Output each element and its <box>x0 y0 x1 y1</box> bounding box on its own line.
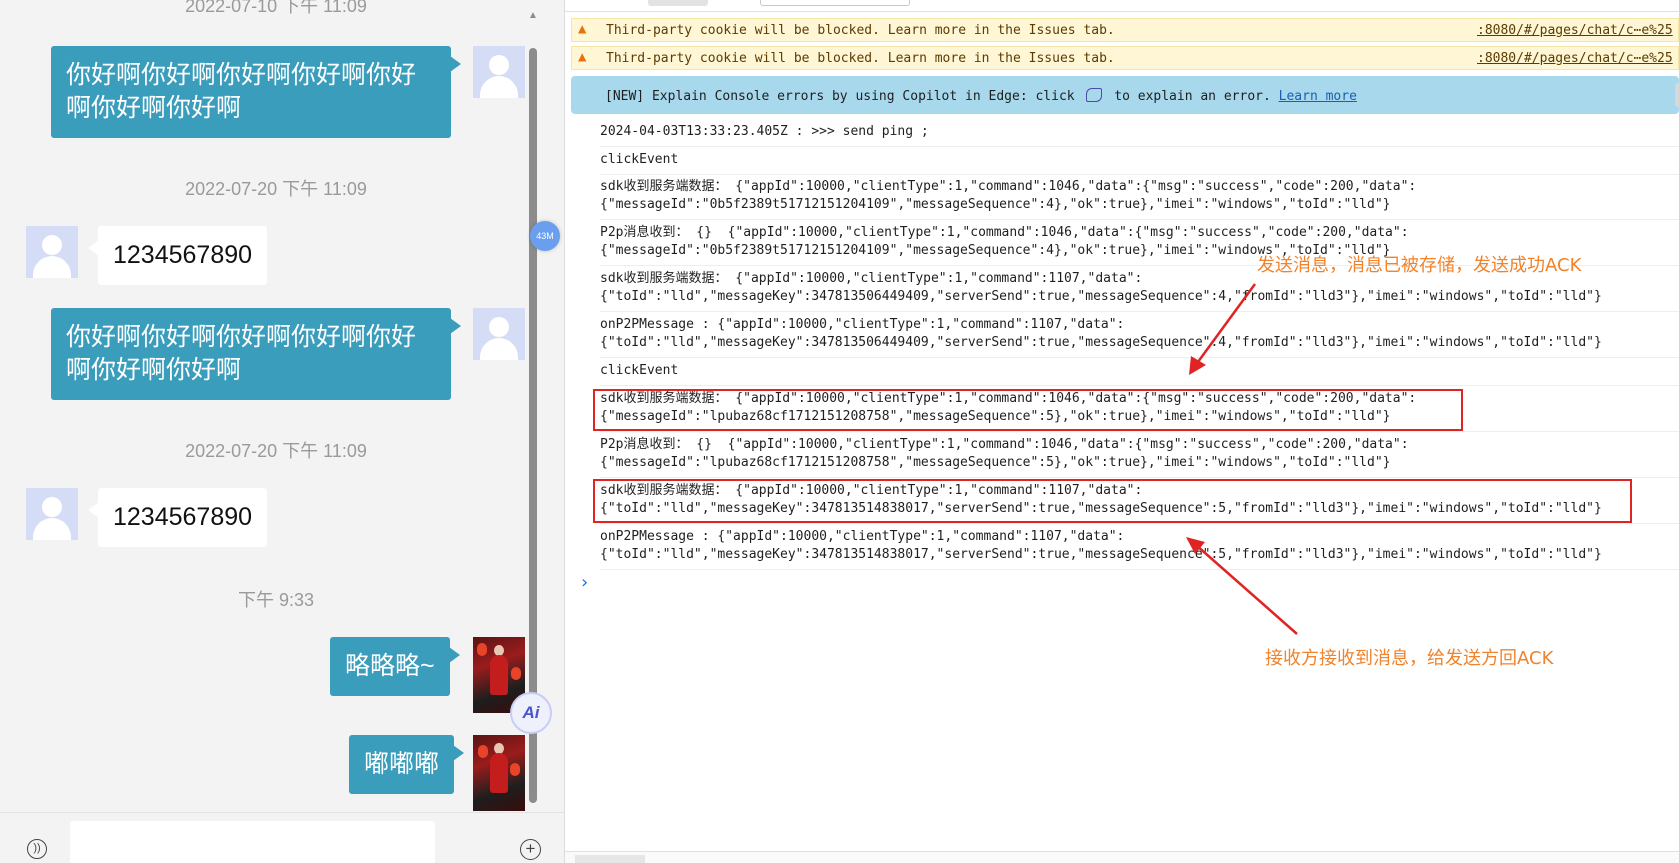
log-line: 2024-04-03T13:33:23.405Z : >>> send ping… <box>600 124 929 139</box>
source-link[interactable]: :8080/#/pages/chat/c⋯e%25 <box>1477 23 1673 38</box>
log-line: onP2PMessage : {"appId":10000,"clientTyp… <box>600 317 1125 332</box>
banner-text: to explain an error. <box>1114 89 1271 104</box>
warning-icon: ▲ <box>578 21 587 37</box>
log-line: {"messageId":"0b5f2389t51712151204109","… <box>600 197 1391 212</box>
log-line: onP2PMessage : {"appId":10000,"clientTyp… <box>600 529 1125 544</box>
log-separator <box>600 431 1679 432</box>
highlight-box <box>593 479 1632 523</box>
copilot-icon[interactable] <box>1086 88 1103 102</box>
filter-input[interactable] <box>760 0 910 6</box>
copilot-banner: [NEW] Explain Console errors by using Co… <box>571 76 1679 114</box>
message-bubble-outgoing[interactable]: 你好啊你好啊你好啊你好啊你好啊你好啊你好啊 <box>51 308 461 400</box>
console-log-entry[interactable]: sdk收到服务端数据： {"appId":10000,"clientType":… <box>600 178 1679 214</box>
learn-more-link[interactable]: Learn more <box>1279 89 1357 104</box>
log-line: clickEvent <box>600 152 679 167</box>
ai-assistant-button[interactable]: Ai <box>510 692 552 734</box>
toolbar-tab[interactable] <box>648 0 708 6</box>
contact-avatar[interactable] <box>26 488 78 540</box>
log-line: {"toId":"lld","messageKey":3478135064494… <box>600 335 1602 350</box>
log-line: {"toId":"lld","messageKey":3478135148380… <box>600 547 1602 562</box>
log-separator <box>600 523 1679 524</box>
log-separator <box>600 174 1679 175</box>
log-separator <box>600 219 1679 220</box>
my-avatar[interactable] <box>473 308 525 360</box>
highlight-box <box>593 389 1463 431</box>
log-line: clickEvent <box>600 363 679 378</box>
message-composer: )) + <box>0 812 564 863</box>
console-log-entry[interactable]: P2p消息收到： {} {"appId":10000,"clientType":… <box>600 436 1679 472</box>
warning-message: ▲ Third-party cookie will be blocked. Le… <box>571 18 1679 42</box>
console-prompt-icon[interactable]: › <box>579 572 590 593</box>
message-bubble-incoming[interactable]: 1234567890 <box>87 226 268 285</box>
log-separator <box>600 311 1679 312</box>
log-line: {"messageId":"lpubaz68cf1712151208758","… <box>600 455 1391 470</box>
scroll-down-arrow-icon[interactable]: ▼ <box>527 790 539 801</box>
message-bubble-outgoing[interactable]: 略略略~ <box>330 637 460 696</box>
timestamp: 2022-07-20 下午 11:09 <box>185 179 367 199</box>
message-bubble-outgoing[interactable]: 你好啊你好啊你好啊你好啊你好啊你好啊你好啊 <box>51 46 461 138</box>
log-line: P2p消息收到： {} {"appId":10000,"clientType":… <box>600 225 1409 240</box>
warning-text: Third-party cookie will be blocked. Lear… <box>606 51 1115 66</box>
memory-badge[interactable]: 43M <box>530 221 560 251</box>
message-bubble-outgoing[interactable]: 嘟嘟嘟 <box>349 735 465 794</box>
console-log-entry[interactable]: clickEvent <box>600 362 1679 380</box>
chat-scrollbar[interactable]: ▲ ▼ <box>527 10 539 808</box>
log-separator <box>600 357 1679 358</box>
close-banner-button[interactable] <box>1675 83 1679 107</box>
log-separator <box>600 569 1679 570</box>
message-input[interactable] <box>70 821 435 863</box>
add-icon[interactable]: + <box>520 839 541 860</box>
drawer-tab[interactable] <box>575 855 645 863</box>
console-log-entry[interactable]: 2024-04-03T13:33:23.405Z : >>> send ping… <box>600 123 1679 141</box>
my-avatar-photo[interactable] <box>473 735 525 811</box>
banner-text: [NEW] Explain Console errors by using Co… <box>605 89 1075 104</box>
warning-text: Third-party cookie will be blocked. Lear… <box>606 23 1115 38</box>
warning-icon: ▲ <box>578 49 587 65</box>
scroll-up-arrow-icon[interactable]: ▲ <box>527 10 539 21</box>
chat-panel: 2022-07-10 下午 11:09 你好啊你好啊你好啊你好啊你好啊你好啊你好… <box>0 0 565 863</box>
annotation-receive-ack: 接收方接收到消息，给发送方回ACK <box>1265 648 1554 669</box>
log-line: sdk收到服务端数据： {"appId":10000,"clientType":… <box>600 179 1417 194</box>
scrollbar-thumb[interactable] <box>529 48 537 803</box>
annotation-send-ack: 发送消息，消息已被存储，发送成功ACK <box>1257 255 1582 276</box>
app-window: 2022-07-10 下午 11:09 你好啊你好啊你好啊你好啊你好啊你好啊你好… <box>0 0 1679 863</box>
log-line: {"toId":"lld","messageKey":3478135064494… <box>600 289 1602 304</box>
log-separator <box>600 477 1679 478</box>
timestamp: 下午 9:33 <box>237 590 315 610</box>
log-line: P2p消息收到： {} {"appId":10000,"clientType":… <box>600 437 1409 452</box>
console-drawer-bar <box>565 851 1679 863</box>
timestamp: 2022-07-10 下午 11:09 <box>185 0 367 16</box>
console-toolbar <box>565 0 1679 12</box>
console-log-entry[interactable]: onP2PMessage : {"appId":10000,"clientTyp… <box>600 316 1679 352</box>
warning-message: ▲ Third-party cookie will be blocked. Le… <box>571 46 1679 70</box>
source-link[interactable]: :8080/#/pages/chat/c⋯e%25 <box>1477 51 1673 66</box>
devtools-console: ▲ Third-party cookie will be blocked. Le… <box>565 0 1679 863</box>
log-separator <box>600 385 1679 386</box>
message-bubble-incoming[interactable]: 1234567890 <box>87 488 268 547</box>
console-log-entry[interactable]: clickEvent <box>600 151 1679 169</box>
log-separator <box>600 146 1679 147</box>
my-avatar[interactable] <box>473 46 525 98</box>
console-log-entry[interactable]: onP2PMessage : {"appId":10000,"clientTyp… <box>600 528 1679 564</box>
contact-avatar[interactable] <box>26 226 78 278</box>
timestamp: 2022-07-20 下午 11:09 <box>185 441 367 461</box>
voice-icon[interactable]: )) <box>27 839 47 859</box>
